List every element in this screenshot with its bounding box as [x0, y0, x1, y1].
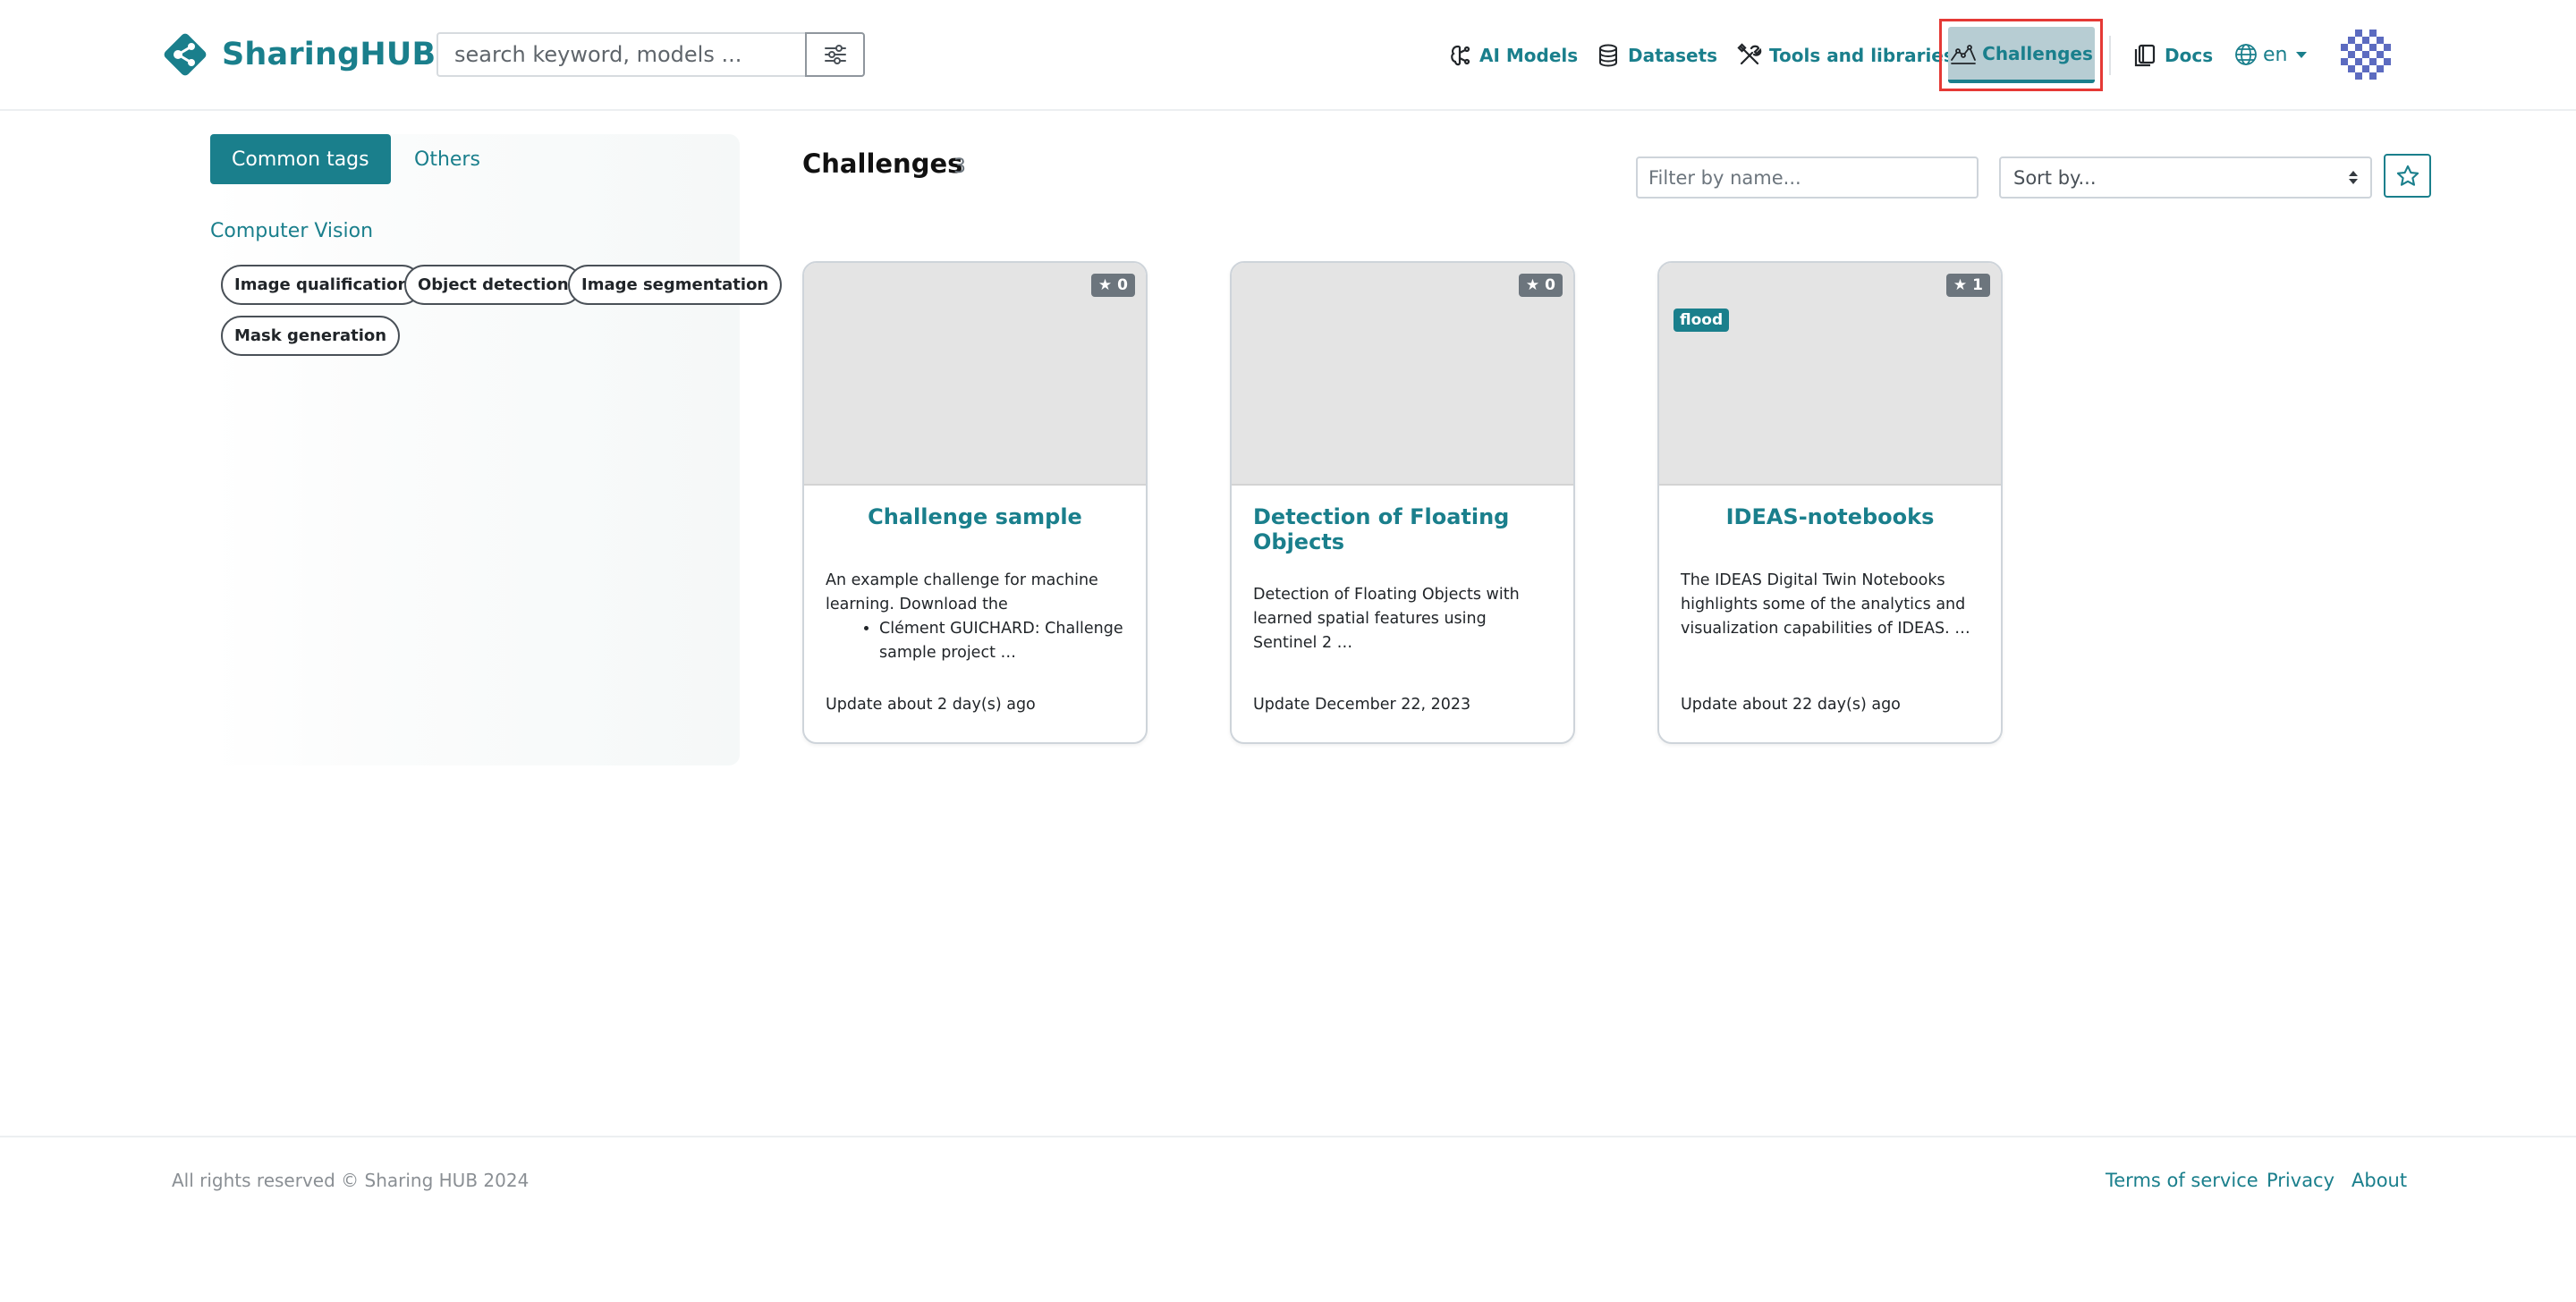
globe-icon [2235, 44, 2257, 65]
card-description: Detection of Floating Objects with learn… [1253, 586, 1520, 652]
filter-by-name-input[interactable] [1636, 156, 1979, 199]
tag-image-segmentation[interactable]: Image segmentation [568, 265, 783, 305]
nav-challenges[interactable]: Challenges [1948, 27, 2095, 83]
tag-sidebar: Common tags Others Computer Vision Image… [210, 134, 783, 765]
tag-tabs: Common tags [210, 134, 391, 184]
footer-link-privacy[interactable]: Privacy [2267, 1170, 2334, 1191]
logo[interactable]: SharingHUB [157, 27, 436, 82]
star-icon: ★ [1525, 276, 1540, 294]
sort-select[interactable]: Sort by... [1999, 156, 2372, 199]
nav-datasets-label: Datasets [1628, 45, 1718, 66]
starred-filter-button[interactable] [2384, 154, 2431, 198]
tools-icon [1737, 43, 1762, 65]
page-title: Challenges [802, 148, 963, 179]
challenge-card[interactable]: ★ 1 flood IDEAS-notebooks The IDEAS Digi… [1657, 261, 2003, 744]
nav-docs[interactable]: Docs [2132, 21, 2213, 89]
sliders-icon [824, 45, 846, 64]
search-input[interactable] [436, 32, 805, 77]
user-avatar[interactable] [2338, 27, 2394, 82]
footer-link-terms[interactable]: Terms of service [2106, 1170, 2258, 1191]
search-bar [436, 32, 865, 77]
star-outline-icon [2396, 165, 2419, 186]
card-description-text: An example challenge for machine learnin… [826, 571, 1098, 613]
card-update-date: Update December 22, 2023 [1253, 696, 1471, 714]
ai-models-icon [1451, 45, 1470, 66]
copyright-text: All rights reserved © Sharing HUB 2024 [172, 1170, 530, 1191]
chevron-down-icon [2296, 51, 2308, 58]
challenge-card[interactable]: ★ 0 Detection of Floating Objects Detect… [1230, 261, 1575, 744]
challenge-card[interactable]: ★ 0 Challenge sample An example challeng… [802, 261, 1148, 744]
star-icon: ★ [1953, 276, 1968, 294]
star-count-badge: ★ 1 [1945, 274, 1990, 297]
card-title[interactable]: Detection of Floating Objects [1253, 504, 1552, 554]
sort-select-value: Sort by... [2013, 166, 2097, 189]
database-icon [1599, 44, 1617, 67]
language-label: en [2263, 43, 2288, 66]
challenges-icon [1951, 44, 1977, 64]
footer-link-about[interactable]: About [2351, 1170, 2407, 1191]
logo-text: SharingHUB [222, 37, 436, 72]
sharinghub-logo-icon [164, 33, 207, 76]
nav-ai-models[interactable]: AI Models [1447, 21, 1578, 89]
star-count: 0 [1117, 276, 1128, 294]
card-title[interactable]: IDEAS-notebooks [1681, 504, 1979, 529]
star-count: 0 [1545, 276, 1555, 294]
card-update-date: Update about 22 day(s) ago [1681, 696, 1901, 714]
card-description: An example challenge for machine learnin… [826, 569, 1126, 665]
advanced-filter-button[interactable] [805, 32, 865, 77]
star-icon: ★ [1097, 276, 1113, 294]
keyword-badge[interactable]: flood [1674, 309, 1730, 332]
nav-ai-models-label: AI Models [1479, 45, 1579, 66]
card-description-bullet: Clément GUICHARD: Challenge sample proje… [879, 617, 1126, 665]
docs-icon [2134, 44, 2156, 67]
star-count: 1 [1972, 276, 1983, 294]
nav-datasets[interactable]: Datasets [1596, 21, 1717, 89]
tag-object-detection[interactable]: Object detection [404, 265, 582, 305]
nav-challenges-label: Challenges [1982, 42, 2093, 64]
language-dropdown[interactable]: en [2234, 36, 2308, 73]
card-update-date: Update about 2 day(s) ago [826, 696, 1036, 714]
card-description: The IDEAS Digital Twin Notebooks highlig… [1681, 571, 1970, 638]
challenge-count: 3 [953, 156, 966, 178]
footer: All rights reserved © Sharing HUB 2024 T… [0, 1136, 2576, 1302]
select-arrows-icon [2349, 171, 2358, 184]
nav-separator [2109, 36, 2111, 75]
tag-mask-generation[interactable]: Mask generation [221, 316, 401, 356]
tab-common-tags[interactable]: Common tags [210, 134, 391, 184]
star-count-badge: ★ 0 [1518, 274, 1563, 297]
card-title[interactable]: Challenge sample [826, 504, 1124, 529]
star-count-badge: ★ 0 [1090, 274, 1135, 297]
top-navbar: SharingHUB AI Models [0, 0, 2576, 111]
nav-tools-label: Tools and libraries [1769, 45, 1954, 66]
nav-tools-and-libraries[interactable]: Tools and libraries [1737, 21, 1954, 89]
section-title-computer-vision[interactable]: Computer Vision [210, 220, 373, 242]
tag-image-qualification[interactable]: Image qualification [221, 265, 423, 305]
tab-others[interactable]: Others [393, 134, 502, 184]
nav-docs-label: Docs [2165, 45, 2214, 66]
